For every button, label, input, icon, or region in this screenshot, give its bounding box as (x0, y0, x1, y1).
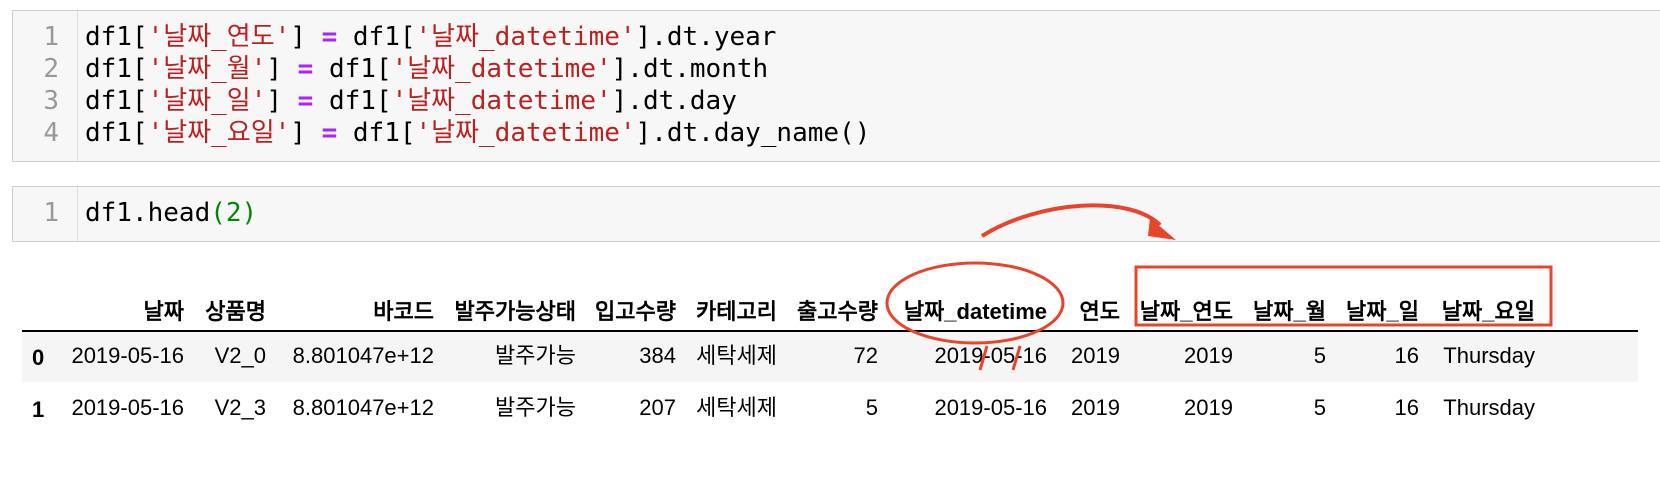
annotation-overlay (885, 203, 1553, 371)
slash-mark-1 (978, 345, 989, 371)
arrow-head (1148, 218, 1176, 240)
slash-mark-2 (1011, 345, 1022, 371)
highlight-circle (885, 261, 1065, 345)
arrow-curve (980, 203, 1162, 238)
highlight-box (1134, 265, 1553, 327)
